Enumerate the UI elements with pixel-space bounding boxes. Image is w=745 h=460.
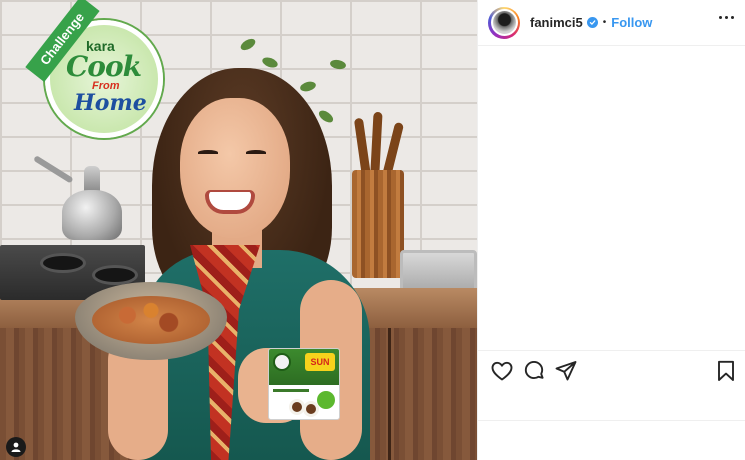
username-link[interactable]: fanimci5 [530,15,583,30]
logo-cook-text: Cook [66,50,142,83]
product-brand-label: SUN [305,353,335,371]
person-smile [205,190,255,214]
person-eye [198,150,218,155]
avatar[interactable] [490,9,518,36]
kettle [62,190,122,240]
curry-dish [92,296,210,344]
stove-burner [92,265,138,285]
product-text-line [273,389,309,392]
person-face [180,98,290,238]
action-bar [478,350,745,390]
lime-icon [317,391,335,409]
post-image[interactable]: SUN Challenge kara Cook From Home [0,0,477,460]
follow-button[interactable]: Follow [611,15,652,30]
knife-block [352,170,404,278]
kara-badge-icon [273,353,291,371]
more-options-icon[interactable] [719,16,734,19]
person-eye [246,150,266,155]
stove-burner [40,253,86,273]
paper-plane-icon[interactable] [554,359,578,383]
bookmark-icon[interactable] [714,359,738,383]
kettle-lid [84,166,100,192]
post-header: fanimci5 • Follow [478,0,745,46]
user-tag-icon[interactable] [6,437,26,457]
heart-icon[interactable] [490,359,514,383]
coconut-icon [303,401,319,417]
verified-badge-icon [586,17,598,28]
coconut-milk-box: SUN [268,348,340,420]
logo-home-text: Home [74,90,147,116]
comment-icon[interactable] [522,359,546,383]
divider [478,420,745,421]
story-ring[interactable] [488,6,520,39]
separator-dot: • [602,17,607,28]
post-sidebar: fanimci5 • Follow [477,0,745,460]
